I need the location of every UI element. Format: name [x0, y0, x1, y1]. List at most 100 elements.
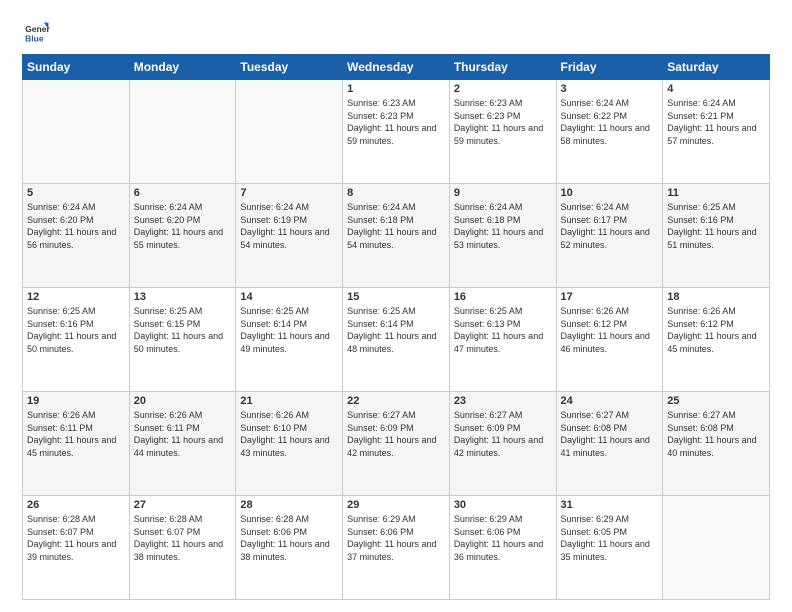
header-tuesday: Tuesday	[236, 55, 343, 80]
day-info: Sunrise: 6:24 AMSunset: 6:20 PMDaylight:…	[134, 201, 232, 251]
calendar-cell: 16 Sunrise: 6:25 AMSunset: 6:13 PMDayligh…	[449, 288, 556, 392]
day-number: 9	[454, 187, 552, 199]
calendar-cell: 22 Sunrise: 6:27 AMSunset: 6:09 PMDayligh…	[343, 392, 450, 496]
day-number: 22	[347, 395, 445, 407]
calendar-cell: 5Sunrise: 6:24 AMSunset: 6:20 PMDaylight…	[23, 184, 130, 288]
day-info: Sunrise: 6:28 AMSunset: 6:07 PMDaylight:…	[134, 513, 232, 563]
day-info: Sunrise: 6:25 AMSunset: 6:14 PMDaylight:…	[347, 305, 445, 355]
day-info: Sunrise: 6:27 AMSunset: 6:08 PMDaylight:…	[561, 409, 659, 459]
day-number: 30	[454, 499, 552, 511]
day-number: 20	[134, 395, 232, 407]
calendar-cell: 9 Sunrise: 6:24 AMSunset: 6:18 PMDaylight…	[449, 184, 556, 288]
day-number: 17	[561, 291, 659, 303]
day-number: 11	[667, 187, 765, 199]
header-friday: Friday	[556, 55, 663, 80]
calendar-cell: 31 Sunrise: 6:29 AMSunset: 6:05 PMDayligh…	[556, 496, 663, 600]
day-info: Sunrise: 6:28 AMSunset: 6:07 PMDaylight:…	[27, 513, 125, 563]
calendar-cell: 21Sunrise: 6:26 AMSunset: 6:10 PMDayligh…	[236, 392, 343, 496]
calendar-cell: 28 Sunrise: 6:28 AMSunset: 6:06 PMDayligh…	[236, 496, 343, 600]
day-info: Sunrise: 6:29 AMSunset: 6:06 PMDaylight:…	[454, 513, 552, 563]
calendar-cell: 4Sunrise: 6:24 AMSunset: 6:21 PMDaylight…	[663, 80, 770, 184]
day-number: 19	[27, 395, 125, 407]
calendar-cell	[663, 496, 770, 600]
day-info: Sunrise: 6:24 AMSunset: 6:17 PMDaylight:…	[561, 201, 659, 251]
header-thursday: Thursday	[449, 55, 556, 80]
header: General Blue	[22, 18, 770, 46]
calendar-cell: 18 Sunrise: 6:26 AMSunset: 6:12 PMDayligh…	[663, 288, 770, 392]
day-number: 2	[454, 83, 552, 95]
calendar-week-2: 5Sunrise: 6:24 AMSunset: 6:20 PMDaylight…	[23, 184, 770, 288]
day-number: 15	[347, 291, 445, 303]
day-number: 18	[667, 291, 765, 303]
day-info: Sunrise: 6:29 AMSunset: 6:05 PMDaylight:…	[561, 513, 659, 563]
calendar-cell: 27Sunrise: 6:28 AMSunset: 6:07 PMDayligh…	[129, 496, 236, 600]
day-info: Sunrise: 6:25 AMSunset: 6:15 PMDaylight:…	[134, 305, 232, 355]
calendar-cell: 29 Sunrise: 6:29 AMSunset: 6:06 PMDayligh…	[343, 496, 450, 600]
day-info: Sunrise: 6:24 AMSunset: 6:22 PMDaylight:…	[561, 97, 659, 147]
calendar-cell: 25 Sunrise: 6:27 AMSunset: 6:08 PMDayligh…	[663, 392, 770, 496]
calendar-cell: 10 Sunrise: 6:24 AMSunset: 6:17 PMDayligh…	[556, 184, 663, 288]
calendar-cell: 12Sunrise: 6:25 AMSunset: 6:16 PMDayligh…	[23, 288, 130, 392]
day-info: Sunrise: 6:27 AMSunset: 6:09 PMDaylight:…	[454, 409, 552, 459]
calendar-week-4: 19 Sunrise: 6:26 AMSunset: 6:11 PMDayligh…	[23, 392, 770, 496]
calendar-week-5: 26 Sunrise: 6:28 AMSunset: 6:07 PMDayligh…	[23, 496, 770, 600]
day-number: 28	[240, 499, 338, 511]
day-number: 29	[347, 499, 445, 511]
day-info: Sunrise: 6:26 AMSunset: 6:11 PMDaylight:…	[27, 409, 125, 459]
day-info: Sunrise: 6:24 AMSunset: 6:20 PMDaylight:…	[27, 201, 125, 251]
day-info: Sunrise: 6:26 AMSunset: 6:12 PMDaylight:…	[667, 305, 765, 355]
calendar-cell: 30 Sunrise: 6:29 AMSunset: 6:06 PMDayligh…	[449, 496, 556, 600]
day-number: 3	[561, 83, 659, 95]
svg-text:Blue: Blue	[25, 33, 44, 43]
day-info: Sunrise: 6:23 AMSunset: 6:23 PMDaylight:…	[454, 97, 552, 147]
day-info: Sunrise: 6:25 AMSunset: 6:14 PMDaylight:…	[240, 305, 338, 355]
day-info: Sunrise: 6:25 AMSunset: 6:16 PMDaylight:…	[667, 201, 765, 251]
day-info: Sunrise: 6:27 AMSunset: 6:09 PMDaylight:…	[347, 409, 445, 459]
day-number: 24	[561, 395, 659, 407]
day-number: 25	[667, 395, 765, 407]
day-number: 10	[561, 187, 659, 199]
calendar-cell: 6 Sunrise: 6:24 AMSunset: 6:20 PMDaylight…	[129, 184, 236, 288]
day-info: Sunrise: 6:28 AMSunset: 6:06 PMDaylight:…	[240, 513, 338, 563]
day-info: Sunrise: 6:24 AMSunset: 6:19 PMDaylight:…	[240, 201, 338, 251]
calendar-cell	[236, 80, 343, 184]
calendar-cell: 13 Sunrise: 6:25 AMSunset: 6:15 PMDayligh…	[129, 288, 236, 392]
calendar-cell: 23 Sunrise: 6:27 AMSunset: 6:09 PMDayligh…	[449, 392, 556, 496]
logo-icon: General Blue	[22, 18, 50, 46]
day-number: 26	[27, 499, 125, 511]
calendar-cell: 15 Sunrise: 6:25 AMSunset: 6:14 PMDayligh…	[343, 288, 450, 392]
day-info: Sunrise: 6:24 AMSunset: 6:18 PMDaylight:…	[454, 201, 552, 251]
calendar-cell	[23, 80, 130, 184]
day-number: 13	[134, 291, 232, 303]
logo: General Blue	[22, 18, 52, 46]
calendar-cell: 3 Sunrise: 6:24 AMSunset: 6:22 PMDaylight…	[556, 80, 663, 184]
page: General Blue SundayMondayTuesdayWednesda…	[0, 0, 792, 612]
day-number: 31	[561, 499, 659, 511]
day-info: Sunrise: 6:27 AMSunset: 6:08 PMDaylight:…	[667, 409, 765, 459]
calendar-cell: 11 Sunrise: 6:25 AMSunset: 6:16 PMDayligh…	[663, 184, 770, 288]
calendar-cell: 20 Sunrise: 6:26 AMSunset: 6:11 PMDayligh…	[129, 392, 236, 496]
calendar-cell: 24 Sunrise: 6:27 AMSunset: 6:08 PMDayligh…	[556, 392, 663, 496]
calendar-cell: 2 Sunrise: 6:23 AMSunset: 6:23 PMDaylight…	[449, 80, 556, 184]
calendar-cell	[129, 80, 236, 184]
day-number: 14	[240, 291, 338, 303]
day-number: 16	[454, 291, 552, 303]
calendar-cell: 17 Sunrise: 6:26 AMSunset: 6:12 PMDayligh…	[556, 288, 663, 392]
day-number: 1	[347, 83, 445, 95]
day-number: 6	[134, 187, 232, 199]
calendar-cell: 7 Sunrise: 6:24 AMSunset: 6:19 PMDaylight…	[236, 184, 343, 288]
calendar-week-3: 12Sunrise: 6:25 AMSunset: 6:16 PMDayligh…	[23, 288, 770, 392]
day-number: 4	[667, 83, 765, 95]
day-info: Sunrise: 6:26 AMSunset: 6:12 PMDaylight:…	[561, 305, 659, 355]
day-number: 8	[347, 187, 445, 199]
day-info: Sunrise: 6:25 AMSunset: 6:13 PMDaylight:…	[454, 305, 552, 355]
day-number: 23	[454, 395, 552, 407]
day-number: 7	[240, 187, 338, 199]
header-wednesday: Wednesday	[343, 55, 450, 80]
header-monday: Monday	[129, 55, 236, 80]
day-info: Sunrise: 6:25 AMSunset: 6:16 PMDaylight:…	[27, 305, 125, 355]
day-info: Sunrise: 6:29 AMSunset: 6:06 PMDaylight:…	[347, 513, 445, 563]
day-info: Sunrise: 6:26 AMSunset: 6:11 PMDaylight:…	[134, 409, 232, 459]
header-sunday: Sunday	[23, 55, 130, 80]
calendar-cell: 26 Sunrise: 6:28 AMSunset: 6:07 PMDayligh…	[23, 496, 130, 600]
